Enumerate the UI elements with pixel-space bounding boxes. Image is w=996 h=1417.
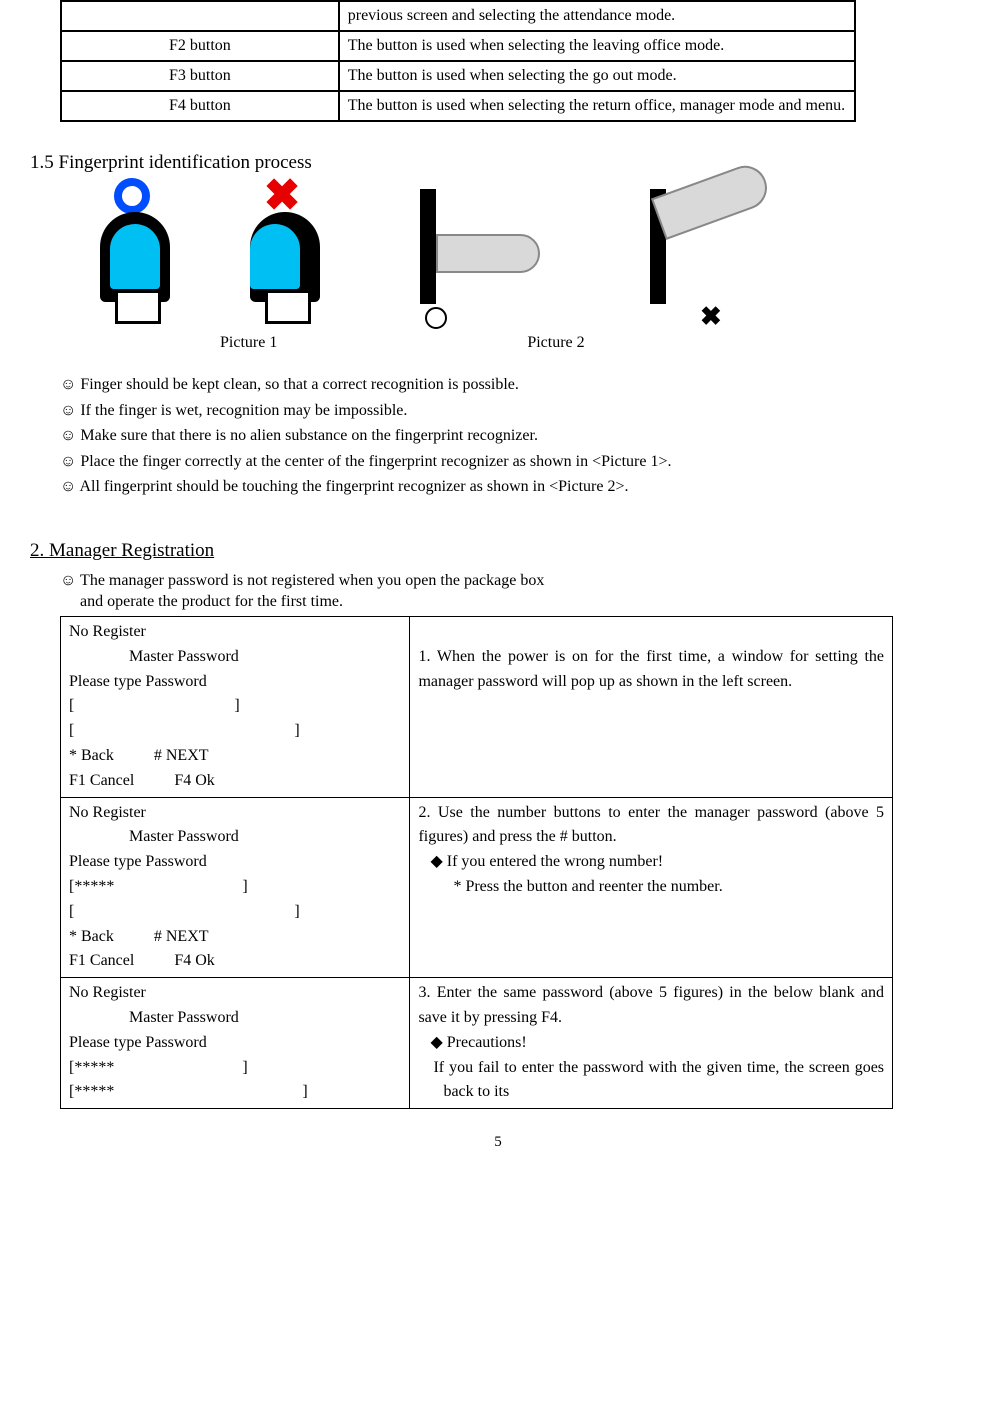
button-desc-0: previous screen and selecting the attend… (339, 1, 855, 31)
button-desc-1: The button is used when selecting the le… (339, 31, 855, 61)
screen-line: No Register (69, 620, 401, 645)
scanner-correct-icon (90, 184, 180, 324)
button-name-2: F3 button (61, 61, 339, 91)
step-2-screen: No Register Master Password Please type … (61, 797, 410, 978)
screen-line: * Back # NEXT (69, 744, 401, 769)
button-desc-2: The button is used when selecting the go… (339, 61, 855, 91)
screen-line: Please type Password (69, 850, 401, 875)
bullet-2: ☺ Make sure that there is no alien subst… (60, 423, 966, 449)
button-name-1: F2 button (61, 31, 339, 61)
button-desc-3: The button is used when selecting the re… (339, 91, 855, 121)
section-1-5-heading: 1.5 Fingerprint identification process (30, 152, 966, 174)
picture-labels: Picture 1 Picture 2 (30, 334, 966, 352)
bullet-1: ☺ If the finger is wet, recognition may … (60, 398, 966, 424)
step-desc-text: 3. Enter the same password (above 5 figu… (418, 981, 884, 1031)
button-name-0 (61, 1, 339, 31)
bullets-list: ☺ Finger should be kept clean, so that a… (60, 372, 966, 500)
section-2-heading: 2. Manager Registration (30, 540, 966, 562)
screen-line: [***** ] (69, 1080, 401, 1105)
screen-line: F1 Cancel F4 Ok (69, 949, 401, 974)
screen-line: * Back # NEXT (69, 925, 401, 950)
step-1-screen: No Register Master Password Please type … (61, 616, 410, 797)
step-1-desc: 1. When the power is on for the first ti… (410, 616, 893, 797)
screen-line: Master Password (69, 1006, 401, 1031)
screen-line: No Register (69, 801, 401, 826)
section-2-note-1: ☺ The manager password is not registered… (60, 572, 966, 590)
step-3-screen: No Register Master Password Please type … (61, 978, 410, 1109)
bullet-3: ☺ Place the finger correctly at the cent… (60, 449, 966, 475)
screen-line: No Register (69, 981, 401, 1006)
step-desc-text: 1. When the power is on for the first ti… (418, 645, 884, 695)
picture-1-label: Picture 1 (220, 334, 277, 352)
step-desc-text: 2. Use the number buttons to enter the m… (418, 801, 884, 851)
picture-2-label: Picture 2 (527, 334, 584, 352)
screen-line: Please type Password (69, 1031, 401, 1056)
side-scanner-bad-icon: ✖ (620, 184, 790, 324)
screen-line: [***** ] (69, 1056, 401, 1081)
step-3-desc: 3. Enter the same password (above 5 figu… (410, 978, 893, 1109)
step-desc-sub: ◆ If you entered the wrong number! (418, 850, 884, 875)
bullet-0: ☺ Finger should be kept clean, so that a… (60, 372, 966, 398)
screen-line: [ ] (69, 719, 401, 744)
screen-line: Please type Password (69, 670, 401, 695)
step-desc-sub2: If you fail to enter the password with t… (418, 1056, 884, 1106)
scanner-wrong-icon: ✖ (240, 184, 330, 324)
step-desc-sub: ◆ Precautions! (418, 1031, 884, 1056)
step-desc-sub2: * Press the button and reenter the numbe… (418, 875, 884, 900)
buttons-table: previous screen and selecting the attend… (60, 0, 856, 122)
page-number: 5 (30, 1134, 966, 1151)
steps-table: No Register Master Password Please type … (60, 616, 893, 1109)
screen-line: [ ] (69, 900, 401, 925)
screen-line: [***** ] (69, 875, 401, 900)
section-2-note-2: and operate the product for the first ti… (80, 590, 966, 614)
screen-line: [ ] (69, 694, 401, 719)
screen-line: Master Password (69, 645, 401, 670)
button-name-3: F4 button (61, 91, 339, 121)
bullet-4: ☺ All fingerprint should be touching the… (60, 474, 966, 500)
screen-line: Master Password (69, 825, 401, 850)
pictures-row: ✖ ✖ (90, 184, 966, 324)
side-scanner-good-icon (390, 184, 560, 324)
screen-line: F1 Cancel F4 Ok (69, 769, 401, 794)
step-2-desc: 2. Use the number buttons to enter the m… (410, 797, 893, 978)
